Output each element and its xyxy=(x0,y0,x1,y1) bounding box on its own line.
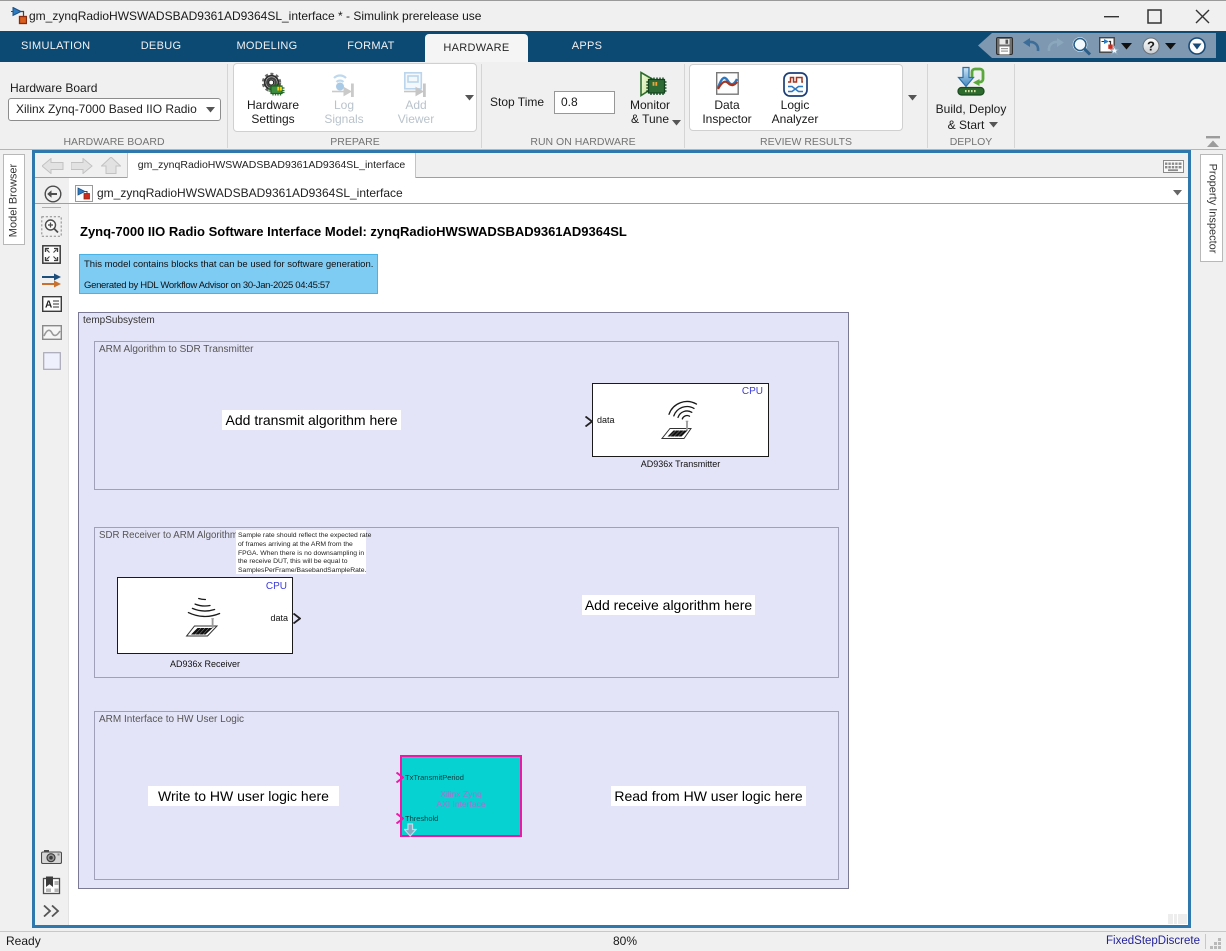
svg-text:A: A xyxy=(45,300,52,311)
svg-text:?: ? xyxy=(1147,39,1155,54)
